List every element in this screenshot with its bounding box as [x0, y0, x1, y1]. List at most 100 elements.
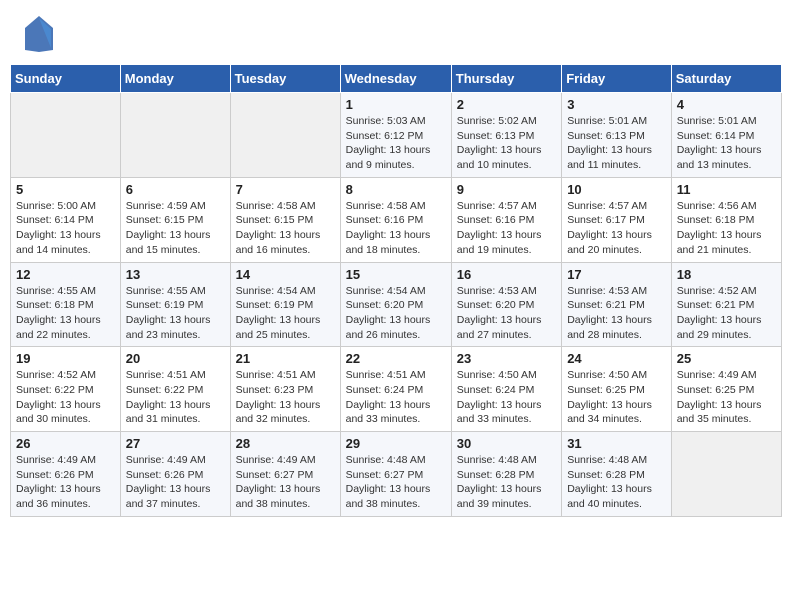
- day-number: 8: [346, 182, 446, 197]
- day-info: Sunrise: 4:55 AM Sunset: 6:18 PM Dayligh…: [16, 284, 115, 343]
- calendar-header-row: SundayMondayTuesdayWednesdayThursdayFrid…: [11, 65, 782, 93]
- calendar-day-cell: 4 Sunrise: 5:01 AM Sunset: 6:14 PM Daylig…: [671, 93, 781, 178]
- weekday-header-tuesday: Tuesday: [230, 65, 340, 93]
- calendar-day-cell: 28 Sunrise: 4:49 AM Sunset: 6:27 PM Dayli…: [230, 432, 340, 517]
- calendar-day-cell: 10 Sunrise: 4:57 AM Sunset: 6:17 PM Dayli…: [562, 177, 672, 262]
- day-number: 9: [457, 182, 556, 197]
- day-number: 16: [457, 267, 556, 282]
- day-number: 27: [126, 436, 225, 451]
- calendar-day-cell: 1 Sunrise: 5:03 AM Sunset: 6:12 PM Daylig…: [340, 93, 451, 178]
- day-info: Sunrise: 4:52 AM Sunset: 6:21 PM Dayligh…: [677, 284, 776, 343]
- calendar-day-cell: 18Sunrise: 4:52 AM Sunset: 6:21 PM Dayli…: [671, 262, 781, 347]
- day-info: Sunrise: 4:51 AM Sunset: 6:22 PM Dayligh…: [126, 368, 225, 427]
- weekday-header-sunday: Sunday: [11, 65, 121, 93]
- calendar-week-row: 5 Sunrise: 5:00 AM Sunset: 6:14 PM Daylig…: [11, 177, 782, 262]
- day-info: Sunrise: 4:49 AM Sunset: 6:26 PM Dayligh…: [16, 453, 115, 512]
- day-info: Sunrise: 4:49 AM Sunset: 6:27 PM Dayligh…: [236, 453, 335, 512]
- day-info: Sunrise: 4:58 AM Sunset: 6:16 PM Dayligh…: [346, 199, 446, 258]
- calendar-week-row: 1 Sunrise: 5:03 AM Sunset: 6:12 PM Daylig…: [11, 93, 782, 178]
- day-number: 21: [236, 351, 335, 366]
- calendar-day-cell: 13 Sunrise: 4:55 AM Sunset: 6:19 PM Dayli…: [120, 262, 230, 347]
- calendar-day-cell: 29 Sunrise: 4:48 AM Sunset: 6:27 PM Dayli…: [340, 432, 451, 517]
- day-info: Sunrise: 5:02 AM Sunset: 6:13 PM Dayligh…: [457, 114, 556, 173]
- day-info: Sunrise: 4:51 AM Sunset: 6:23 PM Dayligh…: [236, 368, 335, 427]
- calendar-day-cell: 22 Sunrise: 4:51 AM Sunset: 6:24 PM Dayli…: [340, 347, 451, 432]
- day-number: 20: [126, 351, 225, 366]
- day-info: Sunrise: 4:57 AM Sunset: 6:17 PM Dayligh…: [567, 199, 666, 258]
- day-number: 13: [126, 267, 225, 282]
- day-number: 2: [457, 97, 556, 112]
- day-number: 7: [236, 182, 335, 197]
- day-info: Sunrise: 4:51 AM Sunset: 6:24 PM Dayligh…: [346, 368, 446, 427]
- day-number: 25: [677, 351, 776, 366]
- calendar-day-cell: 5 Sunrise: 5:00 AM Sunset: 6:14 PM Daylig…: [11, 177, 121, 262]
- calendar-day-cell: 9 Sunrise: 4:57 AM Sunset: 6:16 PM Daylig…: [451, 177, 561, 262]
- day-number: 24: [567, 351, 666, 366]
- day-info: Sunrise: 4:54 AM Sunset: 6:20 PM Dayligh…: [346, 284, 446, 343]
- calendar-week-row: 19Sunrise: 4:52 AM Sunset: 6:22 PM Dayli…: [11, 347, 782, 432]
- calendar-day-cell: [230, 93, 340, 178]
- day-info: Sunrise: 5:01 AM Sunset: 6:13 PM Dayligh…: [567, 114, 666, 173]
- day-number: 1: [346, 97, 446, 112]
- day-number: 3: [567, 97, 666, 112]
- calendar-day-cell: [120, 93, 230, 178]
- calendar-week-row: 12 Sunrise: 4:55 AM Sunset: 6:18 PM Dayli…: [11, 262, 782, 347]
- day-info: Sunrise: 5:03 AM Sunset: 6:12 PM Dayligh…: [346, 114, 446, 173]
- calendar-week-row: 26 Sunrise: 4:49 AM Sunset: 6:26 PM Dayli…: [11, 432, 782, 517]
- logo: [20, 18, 55, 54]
- weekday-header-monday: Monday: [120, 65, 230, 93]
- calendar-day-cell: 14Sunrise: 4:54 AM Sunset: 6:19 PM Dayli…: [230, 262, 340, 347]
- day-number: 28: [236, 436, 335, 451]
- day-info: Sunrise: 4:54 AM Sunset: 6:19 PM Dayligh…: [236, 284, 335, 343]
- calendar-day-cell: 17Sunrise: 4:53 AM Sunset: 6:21 PM Dayli…: [562, 262, 672, 347]
- weekday-header-thursday: Thursday: [451, 65, 561, 93]
- header: [10, 10, 782, 58]
- day-number: 5: [16, 182, 115, 197]
- day-info: Sunrise: 4:58 AM Sunset: 6:15 PM Dayligh…: [236, 199, 335, 258]
- calendar-day-cell: 12 Sunrise: 4:55 AM Sunset: 6:18 PM Dayli…: [11, 262, 121, 347]
- day-info: Sunrise: 4:49 AM Sunset: 6:25 PM Dayligh…: [677, 368, 776, 427]
- calendar-day-cell: 11Sunrise: 4:56 AM Sunset: 6:18 PM Dayli…: [671, 177, 781, 262]
- day-info: Sunrise: 5:01 AM Sunset: 6:14 PM Dayligh…: [677, 114, 776, 173]
- calendar-day-cell: 30 Sunrise: 4:48 AM Sunset: 6:28 PM Dayli…: [451, 432, 561, 517]
- day-info: Sunrise: 4:53 AM Sunset: 6:20 PM Dayligh…: [457, 284, 556, 343]
- page: SundayMondayTuesdayWednesdayThursdayFrid…: [0, 0, 792, 527]
- day-info: Sunrise: 4:48 AM Sunset: 6:27 PM Dayligh…: [346, 453, 446, 512]
- calendar-day-cell: 31Sunrise: 4:48 AM Sunset: 6:28 PM Dayli…: [562, 432, 672, 517]
- calendar-day-cell: 3 Sunrise: 5:01 AM Sunset: 6:13 PM Daylig…: [562, 93, 672, 178]
- day-number: 6: [126, 182, 225, 197]
- day-info: Sunrise: 4:53 AM Sunset: 6:21 PM Dayligh…: [567, 284, 666, 343]
- day-number: 11: [677, 182, 776, 197]
- day-number: 15: [346, 267, 446, 282]
- logo-icon: [23, 14, 55, 54]
- day-number: 26: [16, 436, 115, 451]
- day-info: Sunrise: 4:48 AM Sunset: 6:28 PM Dayligh…: [457, 453, 556, 512]
- day-number: 29: [346, 436, 446, 451]
- calendar-day-cell: [671, 432, 781, 517]
- calendar-table: SundayMondayTuesdayWednesdayThursdayFrid…: [10, 64, 782, 517]
- calendar-day-cell: 16 Sunrise: 4:53 AM Sunset: 6:20 PM Dayli…: [451, 262, 561, 347]
- day-info: Sunrise: 5:00 AM Sunset: 6:14 PM Dayligh…: [16, 199, 115, 258]
- day-number: 12: [16, 267, 115, 282]
- calendar-day-cell: 7 Sunrise: 4:58 AM Sunset: 6:15 PM Daylig…: [230, 177, 340, 262]
- day-number: 10: [567, 182, 666, 197]
- day-info: Sunrise: 4:50 AM Sunset: 6:25 PM Dayligh…: [567, 368, 666, 427]
- calendar-day-cell: 24 Sunrise: 4:50 AM Sunset: 6:25 PM Dayli…: [562, 347, 672, 432]
- calendar-day-cell: 21 Sunrise: 4:51 AM Sunset: 6:23 PM Dayli…: [230, 347, 340, 432]
- calendar-day-cell: 2 Sunrise: 5:02 AM Sunset: 6:13 PM Daylig…: [451, 93, 561, 178]
- weekday-header-saturday: Saturday: [671, 65, 781, 93]
- day-info: Sunrise: 4:52 AM Sunset: 6:22 PM Dayligh…: [16, 368, 115, 427]
- day-number: 30: [457, 436, 556, 451]
- day-info: Sunrise: 4:55 AM Sunset: 6:19 PM Dayligh…: [126, 284, 225, 343]
- calendar-day-cell: 26 Sunrise: 4:49 AM Sunset: 6:26 PM Dayli…: [11, 432, 121, 517]
- day-number: 23: [457, 351, 556, 366]
- day-info: Sunrise: 4:59 AM Sunset: 6:15 PM Dayligh…: [126, 199, 225, 258]
- day-info: Sunrise: 4:50 AM Sunset: 6:24 PM Dayligh…: [457, 368, 556, 427]
- day-info: Sunrise: 4:57 AM Sunset: 6:16 PM Dayligh…: [457, 199, 556, 258]
- calendar-day-cell: 25 Sunrise: 4:49 AM Sunset: 6:25 PM Dayli…: [671, 347, 781, 432]
- day-number: 22: [346, 351, 446, 366]
- day-number: 4: [677, 97, 776, 112]
- calendar-day-cell: 20 Sunrise: 4:51 AM Sunset: 6:22 PM Dayli…: [120, 347, 230, 432]
- weekday-header-wednesday: Wednesday: [340, 65, 451, 93]
- calendar-day-cell: 8 Sunrise: 4:58 AM Sunset: 6:16 PM Daylig…: [340, 177, 451, 262]
